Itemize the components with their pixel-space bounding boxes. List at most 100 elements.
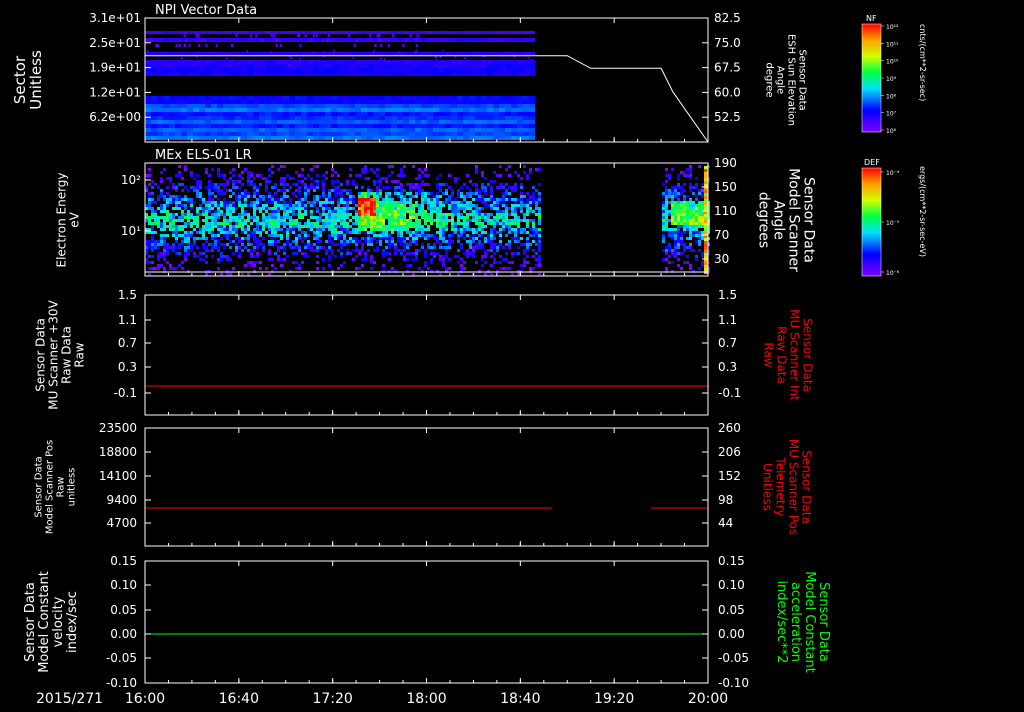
spectrogram-cell: [175, 204, 178, 207]
heatmap-cell: [229, 68, 235, 72]
spectrogram-cell: [421, 198, 424, 201]
heatmap-cell: [481, 128, 487, 132]
spectrogram-cell: [677, 258, 680, 261]
spectrogram-cell: [520, 201, 523, 204]
spectrogram-cell: [346, 225, 349, 228]
spectrogram-cell: [208, 198, 211, 201]
spectrogram-cell: [692, 207, 695, 210]
spectrogram-cell: [361, 219, 364, 222]
heatmap-cell: [211, 96, 217, 100]
spectrogram-cell: [202, 258, 205, 261]
spectrogram-cell: [226, 234, 229, 237]
spectrogram-cell: [704, 214, 708, 217]
spectrogram-cell: [235, 180, 238, 183]
spectrogram-cell: [292, 177, 295, 180]
spectrogram-cell: [478, 210, 481, 213]
heatmap-cell: [145, 104, 151, 108]
spectrogram-cell: [418, 225, 421, 228]
spectrogram-cell: [229, 246, 232, 249]
spectrogram-cell: [674, 240, 677, 243]
heatmap-cell: [193, 31, 199, 34]
spectrogram-cell: [229, 234, 232, 237]
heatmap-cell: [517, 38, 523, 42]
spectrogram-cell: [331, 189, 334, 192]
spectrogram-cell: [154, 231, 157, 234]
heatmap-cell: [187, 112, 193, 116]
spectrogram-cell: [208, 195, 211, 198]
spectrogram-cell: [457, 204, 460, 207]
spectrogram-cell: [151, 207, 154, 210]
spectrogram-cell: [493, 234, 496, 237]
heatmap-cell: [337, 104, 343, 108]
heatmap-sparse-cell: [441, 50, 444, 53]
heatmap-cell: [415, 100, 421, 104]
spectrogram-cell: [175, 195, 178, 198]
spectrogram-cell: [223, 225, 226, 228]
spectrogram-cell: [343, 219, 346, 222]
spectrogram-cell: [487, 183, 490, 186]
heatmap-cell: [289, 124, 295, 128]
spectrogram-cell: [226, 243, 229, 246]
spectrogram-cell: [322, 213, 325, 216]
heatmap-sparse-cell: [155, 44, 158, 47]
heatmap-cell: [469, 100, 475, 104]
spectrogram-cell: [337, 186, 340, 189]
heatmap-cell: [409, 120, 415, 124]
spectrogram-cell: [526, 198, 529, 201]
heatmap-cell: [235, 124, 241, 128]
spectrogram-cell: [316, 222, 319, 225]
spectrogram-cell: [511, 252, 514, 255]
p5-tick-label: -0.10: [106, 676, 137, 690]
spectrogram-cell: [400, 195, 403, 198]
heatmap-sparse-cell: [224, 39, 227, 42]
spectrogram-cell: [253, 237, 256, 240]
spectrogram-cell: [439, 216, 442, 219]
heatmap-cell: [379, 124, 385, 128]
spectrogram-cell: [319, 246, 322, 249]
spectrogram-cell: [704, 196, 708, 199]
spectrogram-cell: [677, 183, 680, 186]
spectrogram-cell: [286, 189, 289, 192]
spectrogram-cell: [475, 168, 478, 171]
spectrogram-cell: [328, 234, 331, 237]
spectrogram-cell: [379, 192, 382, 195]
spectrogram-cell: [253, 213, 256, 216]
spectrogram-cell: [364, 213, 367, 216]
spectrogram-cell: [157, 255, 160, 258]
heatmap-cell: [451, 31, 457, 34]
spectrogram-cell: [665, 246, 668, 249]
spectrogram-cell: [295, 222, 298, 225]
heatmap-cell: [403, 136, 409, 140]
spectrogram-cell: [526, 243, 529, 246]
spectrogram-cell: [454, 204, 457, 207]
spectrogram-cell: [397, 219, 400, 222]
spectrogram-cell: [346, 207, 349, 210]
heatmap-sparse-cell: [185, 39, 188, 42]
spectrogram-cell: [325, 222, 328, 225]
heatmap-cell: [169, 38, 175, 42]
spectrogram-cell: [532, 249, 535, 252]
spectrogram-cell: [295, 267, 298, 270]
spectrogram-cell: [223, 198, 226, 201]
heatmap-cell: [373, 60, 379, 64]
spectrogram-cell: [704, 229, 708, 232]
spectrogram-cell: [418, 186, 421, 189]
panel4-ylabel-line: Sensor Data: [34, 456, 45, 517]
spectrogram-cell: [154, 246, 157, 249]
spectrogram-cell: [665, 228, 668, 231]
spectrogram-cell: [415, 225, 418, 228]
spectrogram-cell: [665, 258, 668, 261]
panel1-rlabel-line: degree: [764, 62, 775, 97]
spectrogram-cell: [229, 213, 232, 216]
spectrogram-cell: [262, 246, 265, 249]
heatmap-sparse-cell: [205, 44, 208, 47]
heatmap-cell: [397, 136, 403, 140]
spectrogram-cell: [418, 192, 421, 195]
spectrogram-cell: [424, 216, 427, 219]
spectrogram-cell: [355, 204, 358, 207]
spectrogram-cell: [689, 216, 692, 219]
spectrogram-cell: [430, 219, 433, 222]
heatmap-cell: [199, 124, 205, 128]
heatmap-cell: [415, 68, 421, 72]
spectrogram-cell: [343, 210, 346, 213]
